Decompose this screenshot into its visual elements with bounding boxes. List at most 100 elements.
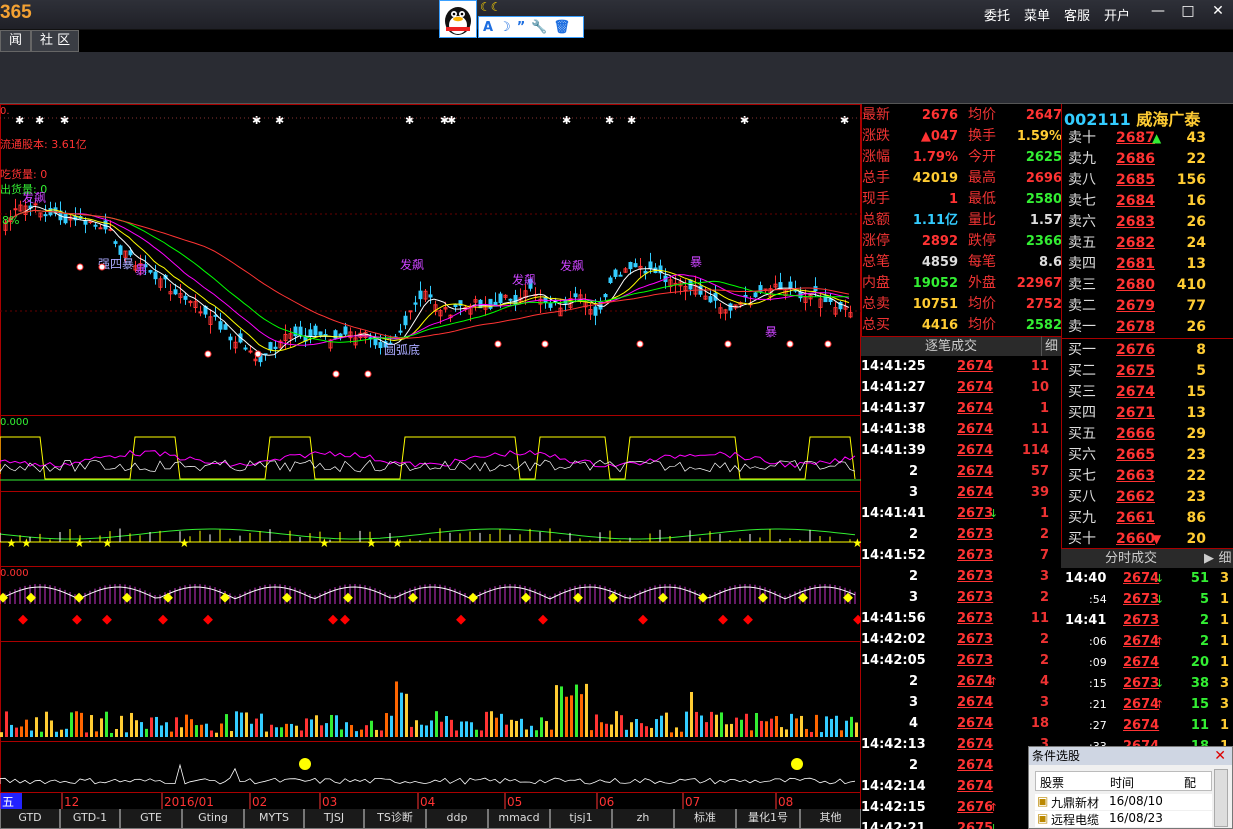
indicator-tab[interactable]: tjsj1 xyxy=(550,809,612,829)
maximize-icon[interactable]: □ xyxy=(1173,0,1203,24)
orderbook-row[interactable]: 卖四 2681 13 xyxy=(1062,254,1233,275)
orderbook-row[interactable]: 买五 2666 29 xyxy=(1062,424,1233,445)
tick-row[interactable]: 2 2674 ↑ 4 xyxy=(861,671,1061,692)
volume-bar xyxy=(405,693,408,737)
close-icon[interactable]: ✕ xyxy=(1203,0,1233,24)
tick-row[interactable]: 4 2674 18 xyxy=(861,713,1061,734)
fenshi-next-button[interactable]: ▶ xyxy=(1201,548,1217,568)
fenshi-count: 1 xyxy=(1219,634,1229,649)
orderbook-row[interactable]: 卖一 2678 26 xyxy=(1062,317,1233,338)
dialog-row[interactable]: ▣ 九鼎新材 16/08/10 xyxy=(1035,794,1212,810)
kline-chart[interactable]: ✱ ✱ ✱ ✱ ✱ ✱ ✱✱ ✱ ✱ ✱ ✱ ✱0.流通股本: 3.61亿吃货量: 0出货量: 08%… xyxy=(0,104,861,809)
indicator-tab[interactable]: 标准 xyxy=(674,809,736,829)
tick-detail-button[interactable]: 细 xyxy=(1041,336,1061,356)
col-stock[interactable]: 股票 xyxy=(1040,774,1064,791)
qq-penguin-icon[interactable] xyxy=(439,0,477,38)
menu-open-account[interactable]: 开户 xyxy=(1097,5,1137,24)
tick-row[interactable]: 14:41:39 2674 114 xyxy=(861,440,1061,461)
indicator-tab[interactable]: 其他 xyxy=(800,809,861,829)
fenshi-row[interactable]: :21 2674 ↑ 15 3 xyxy=(1061,694,1233,715)
fenshi-row[interactable]: :27 2674 11 1 xyxy=(1061,715,1233,736)
orderbook-row[interactable]: 卖五 2682 24 xyxy=(1062,233,1233,254)
col-config[interactable]: 配 xyxy=(1184,774,1196,791)
indicator-tab[interactable]: zh xyxy=(612,809,674,829)
orderbook-row[interactable]: 卖九 2686 22 xyxy=(1062,149,1233,170)
tab-community[interactable]: 社 区 xyxy=(31,30,80,52)
tick-row[interactable]: 14:41:25 2674 11 xyxy=(861,356,1061,377)
tick-row[interactable]: 3 2674 39 xyxy=(861,482,1061,503)
orderbook-row[interactable]: 买二 2675 5 xyxy=(1062,361,1233,382)
quote-label: 涨跌 xyxy=(862,128,890,144)
tick-row[interactable]: 14:41:56 2673 11 xyxy=(861,608,1061,629)
volume-bar xyxy=(460,721,463,737)
orderbook-row[interactable]: 卖六 2683 26 xyxy=(1062,212,1233,233)
fenshi-row[interactable]: 14:40 2674 ↓ 51 3 xyxy=(1061,568,1233,589)
orderbook-row[interactable]: 卖三 2680 410 xyxy=(1062,275,1233,296)
col-time[interactable]: 时间 xyxy=(1110,774,1134,791)
orderbook-row[interactable]: 买九 2661 86 xyxy=(1062,508,1233,529)
tab-news[interactable]: 闻 xyxy=(0,30,32,52)
tick-row[interactable]: 14:42:02 2673 2 xyxy=(861,629,1061,650)
fenshi-row[interactable]: :15 2673 ↓ 38 3 xyxy=(1061,673,1233,694)
candle-body xyxy=(148,270,153,273)
orderbook-row[interactable]: 买八 2662 23 xyxy=(1062,487,1233,508)
indicator-line xyxy=(0,459,856,473)
orderbook-row[interactable]: 卖十 2687 ▲ 43 xyxy=(1062,128,1233,149)
orderbook-row[interactable]: 卖二 2679 77 xyxy=(1062,296,1233,317)
font-icon[interactable]: A xyxy=(483,21,493,34)
menu-service[interactable]: 客服 xyxy=(1057,5,1097,24)
fenshi-row[interactable]: :09 2674 20 1 xyxy=(1061,652,1233,673)
orderbook-row[interactable]: 买四 2671 13 xyxy=(1062,403,1233,424)
tick-row[interactable]: 2 2673 2 xyxy=(861,524,1061,545)
trash-icon[interactable]: 🗑 xyxy=(553,21,570,34)
quote-icon[interactable]: ” xyxy=(517,21,526,34)
tick-row[interactable]: 2 2674 57 xyxy=(861,461,1061,482)
orderbook-row[interactable]: 买一 2676 8 xyxy=(1062,340,1233,361)
indicator-tab[interactable]: 量化1号 xyxy=(736,809,800,829)
signal-dot xyxy=(254,350,262,358)
moon-icon[interactable]: ☽ xyxy=(499,21,511,34)
tick-row[interactable]: 14:41:41 2673 ↓ 1 xyxy=(861,503,1061,524)
tick-row[interactable]: 14:41:27 2674 10 xyxy=(861,377,1061,398)
indicator-tab[interactable]: mmacd xyxy=(488,809,550,829)
tick-row[interactable]: 14:42:05 2673 2 xyxy=(861,650,1061,671)
tick-row[interactable]: 14:41:37 2674 1 xyxy=(861,398,1061,419)
fenshi-row[interactable]: :06 2674 ↑ 2 1 xyxy=(1061,631,1233,652)
tick-row[interactable]: 14:41:38 2674 11 xyxy=(861,419,1061,440)
indicator-tab[interactable]: GTD xyxy=(0,809,60,829)
fenshi-volume: 20 xyxy=(1190,655,1209,670)
time-axis-label: 06 xyxy=(599,795,614,809)
indicator-tab[interactable]: GTE xyxy=(120,809,182,829)
orderbook-row[interactable]: 买七 2663 22 xyxy=(1062,466,1233,487)
volume-bar xyxy=(235,711,238,737)
dialog-close-icon[interactable]: ✕ xyxy=(1214,748,1226,764)
indicator-tab[interactable]: TJSJ xyxy=(304,809,364,829)
dialog-row[interactable]: ▣ 远程电缆 16/08/23 xyxy=(1035,811,1212,827)
tick-row[interactable]: 3 2673 2 xyxy=(861,587,1061,608)
fenshi-row[interactable]: 14:41 2673 2 1 xyxy=(1061,610,1233,631)
menu-trade[interactable]: 委托 xyxy=(977,5,1017,24)
indicator-tab[interactable]: Gting xyxy=(182,809,244,829)
wrench-icon[interactable]: 🔧 xyxy=(531,21,547,34)
orderbook-row[interactable]: 买十 2660 ▼ 20 xyxy=(1062,529,1233,550)
tick-row[interactable]: 3 2674 3 xyxy=(861,692,1061,713)
fenshi-list[interactable]: 14:40 2674 ↓ 51 3:54 2673 ↓ 5 1 14:41 2673 2 1:06 267… xyxy=(1061,568,1233,768)
tick-row[interactable]: 14:41:52 2673 7 xyxy=(861,545,1061,566)
dialog-scrollbar[interactable] xyxy=(1214,769,1228,827)
indicator-tab[interactable]: GTD-1 xyxy=(60,809,120,829)
indicator-tab[interactable]: MYTS xyxy=(244,809,304,829)
orderbook-row[interactable]: 卖八 2685 156 xyxy=(1062,170,1233,191)
tick-row[interactable]: 2 2673 3 xyxy=(861,566,1061,587)
indicator-tab[interactable]: ddp xyxy=(426,809,488,829)
volume-bar xyxy=(430,720,433,737)
minimize-icon[interactable]: — xyxy=(1143,0,1173,24)
fenshi-row[interactable]: :54 2673 ↓ 5 1 xyxy=(1061,589,1233,610)
fenshi-detail-button[interactable]: 细 xyxy=(1217,548,1233,568)
orderbook-row[interactable]: 卖七 2684 16 xyxy=(1062,191,1233,212)
orderbook-row[interactable]: 买六 2665 23 xyxy=(1062,445,1233,466)
quote-label: 最高 xyxy=(968,170,996,186)
tick-volume: 11 xyxy=(1030,611,1049,626)
menu-main[interactable]: 菜单 xyxy=(1017,5,1057,24)
orderbook-row[interactable]: 买三 2674 15 xyxy=(1062,382,1233,403)
indicator-tab[interactable]: TS诊断 xyxy=(364,809,426,829)
